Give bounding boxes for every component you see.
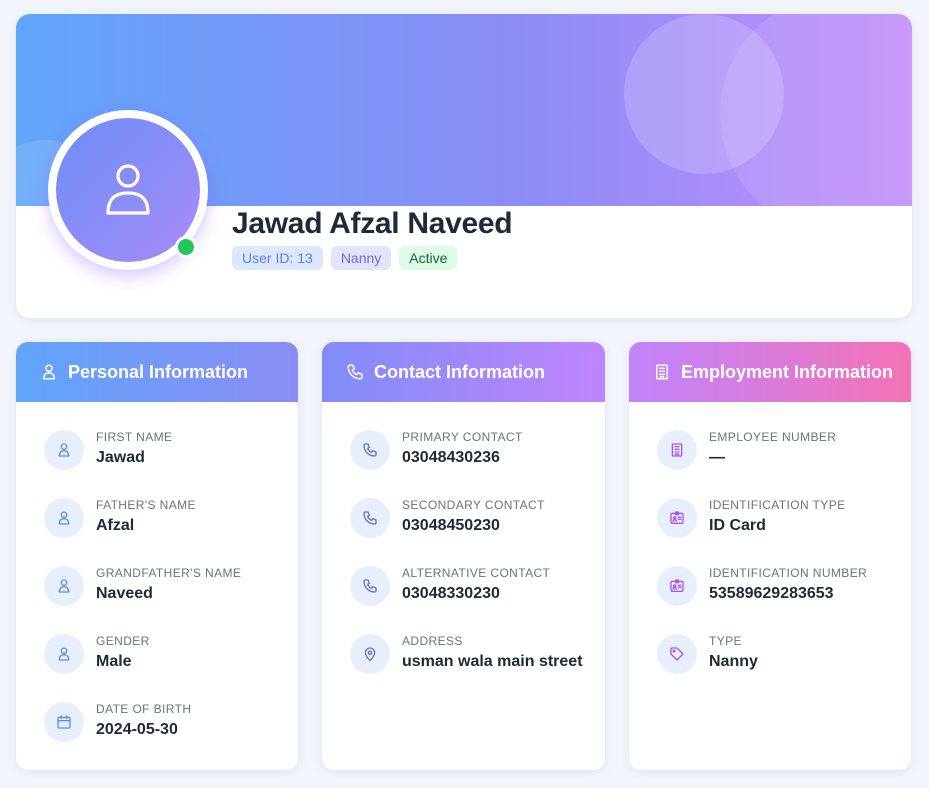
field-value: 53589629283653 [709,585,834,602]
personal-info-title: Personal Information [68,361,249,382]
badge-row: User ID: 13 Nanny Active [232,246,458,270]
online-status-dot [175,236,197,258]
map-pin-icon [350,634,390,674]
field-row: DATE OF BIRTH 2024-05-30 [44,700,298,768]
calendar-icon [44,702,84,742]
field-value: usman wala main street [402,653,583,670]
field-row: SECONDARY CONTACT 03048450230 [350,496,605,564]
user-id-badge: User ID: 13 [232,246,323,270]
field-row: ALTERNATIVE CONTACT 03048330230 [350,564,605,632]
field-value: 2024-05-30 [96,721,178,738]
phone-icon [350,430,390,470]
employment-info-header: Employment Information [629,342,911,402]
user-avatar-icon [106,164,150,215]
role-badge: Nanny [330,246,392,270]
user-icon [40,363,58,381]
field-row: GRANDFATHER'S NAME Naveed [44,564,298,632]
id-card-icon [657,498,697,538]
field-value: ID Card [709,517,766,534]
field-value: Nanny [709,653,758,670]
field-label: GRANDFATHER'S NAME [96,566,242,580]
field-row: TYPE Nanny [657,632,911,700]
field-row: GENDER Male [44,632,298,700]
phone-icon [346,363,364,381]
field-value: 03048330230 [402,585,500,602]
field-value: Male [96,653,132,670]
field-label: TYPE [709,634,742,648]
personal-info-card: Personal Information FIRST NAME Jawad FA… [16,342,298,770]
user-name: Jawad Afzal Naveed [232,207,513,240]
field-label: SECONDARY CONTACT [402,498,545,512]
building-icon [653,363,671,381]
field-label: ALTERNATIVE CONTACT [402,566,551,580]
field-row: EMPLOYEE NUMBER — [657,428,911,496]
tag-icon [657,634,697,674]
field-value: 03048430236 [402,449,500,466]
field-row: FATHER'S NAME Afzal [44,496,298,564]
contact-info-title: Contact Information [374,361,545,382]
field-value: Jawad [96,449,145,466]
field-label: FIRST NAME [96,430,173,444]
employment-info-card: Employment Information EMPLOYEE NUMBER —… [629,342,911,770]
personal-info-header: Personal Information [16,342,298,402]
field-label: PRIMARY CONTACT [402,430,523,444]
contact-info-card: Contact Information PRIMARY CONTACT 0304… [322,342,605,770]
contact-info-header: Contact Information [322,342,605,402]
user-icon [44,430,84,470]
field-row: IDENTIFICATION TYPE ID Card [657,496,911,564]
phone-icon [350,498,390,538]
id-card-icon [657,566,697,606]
field-row: ADDRESS usman wala main street [350,632,605,700]
field-label: DATE OF BIRTH [96,702,192,716]
field-label: IDENTIFICATION NUMBER [709,566,868,580]
user-icon [44,634,84,674]
building-icon [657,430,697,470]
field-label: ADDRESS [402,634,463,648]
field-label: IDENTIFICATION TYPE [709,498,846,512]
field-row: FIRST NAME Jawad [44,428,298,496]
field-row: PRIMARY CONTACT 03048430236 [350,428,605,496]
field-value: 03048450230 [402,517,500,534]
field-value: Naveed [96,585,153,602]
field-label: FATHER'S NAME [96,498,196,512]
phone-icon [350,566,390,606]
profile-card: Jawad Afzal Naveed User ID: 13 Nanny Act… [16,14,912,318]
field-value: — [709,449,725,466]
banner-decoration [720,14,912,206]
field-value: Afzal [96,517,135,534]
field-row: IDENTIFICATION NUMBER 53589629283653 [657,564,911,632]
field-label: GENDER [96,634,150,648]
user-icon [44,566,84,606]
status-badge: Active [399,246,458,270]
field-label: EMPLOYEE NUMBER [709,430,837,444]
user-icon [44,498,84,538]
employment-info-title: Employment Information [681,361,894,382]
